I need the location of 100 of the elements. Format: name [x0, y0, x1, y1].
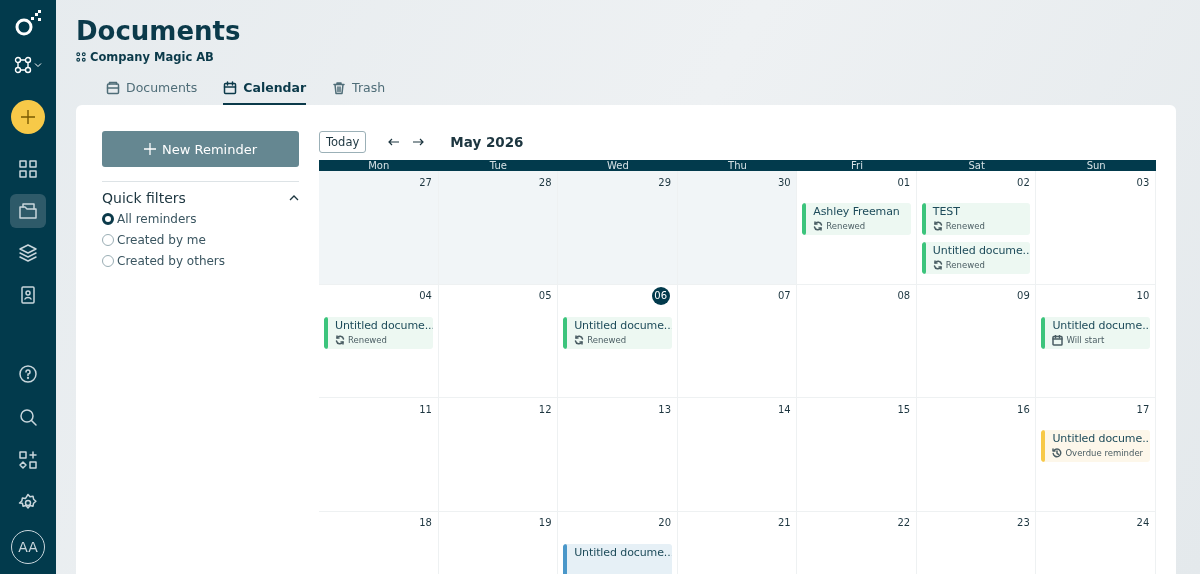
weekday-label: Mon — [367, 160, 391, 171]
help-icon — [18, 364, 38, 384]
weekday-label: Thu — [727, 160, 748, 171]
day-cell[interactable]: 08 — [797, 284, 917, 398]
reminder-status: Renewed — [945, 260, 985, 270]
chevron-down-icon — [34, 61, 42, 69]
weekday-label: Wed — [606, 160, 630, 171]
day-number: 03 — [1135, 175, 1151, 190]
add-widget-icon — [18, 450, 38, 470]
company-name: Company Magic AB — [90, 50, 214, 64]
day-cell[interactable]: 23 — [916, 511, 1037, 574]
day-cell[interactable]: 19 — [438, 511, 559, 574]
day-cell[interactable]: 02 TEST Renewed Untitled docume... Renewed — [916, 171, 1037, 285]
reminder-title: Untitled docume... — [932, 244, 1031, 257]
day-cell[interactable]: 10 Untitled docume... Will start — [1036, 284, 1156, 398]
reminder-title: Untitled docume... — [574, 545, 672, 559]
day-number: 30 — [776, 175, 792, 190]
day-number: 14 — [776, 402, 792, 417]
organization-icon — [76, 52, 86, 62]
day-number: 10 — [1135, 289, 1151, 303]
reminder-card[interactable]: Untitled docume... Renewed — [563, 316, 672, 349]
day-cell[interactable]: 07 — [677, 284, 798, 398]
weekday-label: Tue — [488, 160, 508, 171]
new-reminder-button[interactable]: New Reminder — [102, 131, 299, 167]
day-cell[interactable]: 05 — [438, 284, 559, 398]
day-number: 21 — [776, 516, 792, 530]
day-cell[interactable]: 20 Untitled docume... — [558, 511, 678, 574]
day-cell[interactable]: 09 — [916, 284, 1037, 398]
folder-nav-button[interactable] — [10, 194, 46, 228]
day-cell[interactable]: 12 — [438, 398, 559, 512]
day-number: 16 — [1016, 402, 1031, 417]
reminder-card[interactable]: TEST Renewed — [921, 203, 1031, 235]
tab[interactable]: Trash — [332, 76, 386, 105]
plus-icon — [20, 109, 36, 125]
today-button[interactable]: Today — [319, 130, 367, 153]
day-number: 09 — [1016, 289, 1031, 303]
reminder-title: Untitled docume... — [574, 318, 672, 332]
reminder-title: Ashley Freeman — [813, 205, 900, 218]
arrow-left-icon[interactable] — [388, 136, 401, 147]
day-number: 01 — [896, 175, 912, 190]
day-number: 15 — [896, 402, 912, 417]
day-cell[interactable]: 14 — [677, 398, 798, 512]
radio-label[interactable]: Created by others — [117, 254, 226, 268]
refresh-icon — [813, 221, 824, 231]
day-number: 11 — [418, 402, 433, 417]
organization-switcher[interactable] — [14, 54, 42, 76]
day-number: 23 — [1016, 516, 1031, 530]
day-cell[interactable]: 21 — [677, 511, 798, 574]
day-number: 17 — [1135, 402, 1151, 417]
day-cell[interactable]: 24 — [1036, 511, 1156, 574]
chevron-icon[interactable] — [289, 193, 299, 203]
day-cell[interactable]: 15 — [797, 398, 917, 512]
day-cell[interactable]: 22 — [797, 511, 917, 574]
reminder-card[interactable]: Ashley Freeman Renewed — [802, 203, 911, 235]
arrow-right-icon[interactable] — [412, 136, 425, 147]
day-cell[interactable]: 28 — [438, 171, 559, 285]
reminder-status: Overdue reminder — [1065, 448, 1144, 458]
reminder-card[interactable]: Untitled docume... Will start — [1041, 316, 1150, 349]
add-button[interactable] — [11, 100, 45, 134]
radio-button[interactable] — [102, 213, 114, 225]
document-icon — [106, 80, 120, 95]
reminder-title: TEST — [932, 205, 961, 218]
day-cell[interactable]: 01 Ashley Freeman Renewed — [797, 171, 917, 285]
reminder-card[interactable]: Untitled docume... Overdue reminder — [1041, 430, 1150, 462]
month-title: May 2026 — [450, 133, 524, 150]
day-cell[interactable]: 11 — [319, 398, 439, 512]
reminder-title: Untitled docume... — [1052, 432, 1150, 445]
day-cell[interactable]: 29 — [558, 171, 678, 285]
day-number: 12 — [537, 402, 553, 417]
refresh-icon — [932, 260, 943, 270]
day-number: 13 — [657, 402, 673, 417]
network-icon — [14, 56, 32, 74]
reminder-status: Renewed — [945, 221, 985, 231]
refresh-icon — [335, 334, 345, 345]
tab[interactable]: Documents — [106, 76, 198, 105]
trash-icon — [332, 80, 347, 95]
day-number: 27 — [418, 175, 433, 190]
radio-label[interactable]: Created by me — [117, 233, 206, 247]
folder-icon — [18, 201, 38, 221]
day-cell[interactable]: 16 — [916, 398, 1037, 512]
day-cell[interactable]: 13 — [558, 398, 678, 512]
day-cell[interactable]: 03 — [1036, 171, 1156, 285]
search-icon — [18, 407, 38, 427]
history-icon — [1052, 448, 1063, 458]
day-cell[interactable]: 06 Untitled docume... Renewed — [558, 284, 678, 398]
day-cell[interactable]: 27 — [319, 171, 439, 285]
calendar-icon — [1052, 334, 1064, 346]
day-cell[interactable]: 18 — [319, 511, 439, 574]
logo-icon[interactable] — [14, 10, 42, 38]
day-cell[interactable]: 30 — [677, 171, 798, 285]
day-number: 28 — [537, 175, 553, 190]
reminder-card[interactable]: Untitled docume... — [563, 543, 672, 574]
page-title: Documents — [76, 16, 242, 46]
reminder-status: Will start — [1066, 335, 1105, 345]
day-number: 06 — [651, 286, 670, 305]
reminder-card[interactable]: Untitled docume... Renewed — [921, 242, 1031, 274]
day-cell[interactable]: 17 Untitled docume... Overdue reminder — [1036, 398, 1156, 512]
section-title: Quick filters — [102, 190, 186, 206]
day-number: 19 — [537, 516, 553, 530]
radio-label[interactable]: All reminders — [117, 212, 197, 226]
